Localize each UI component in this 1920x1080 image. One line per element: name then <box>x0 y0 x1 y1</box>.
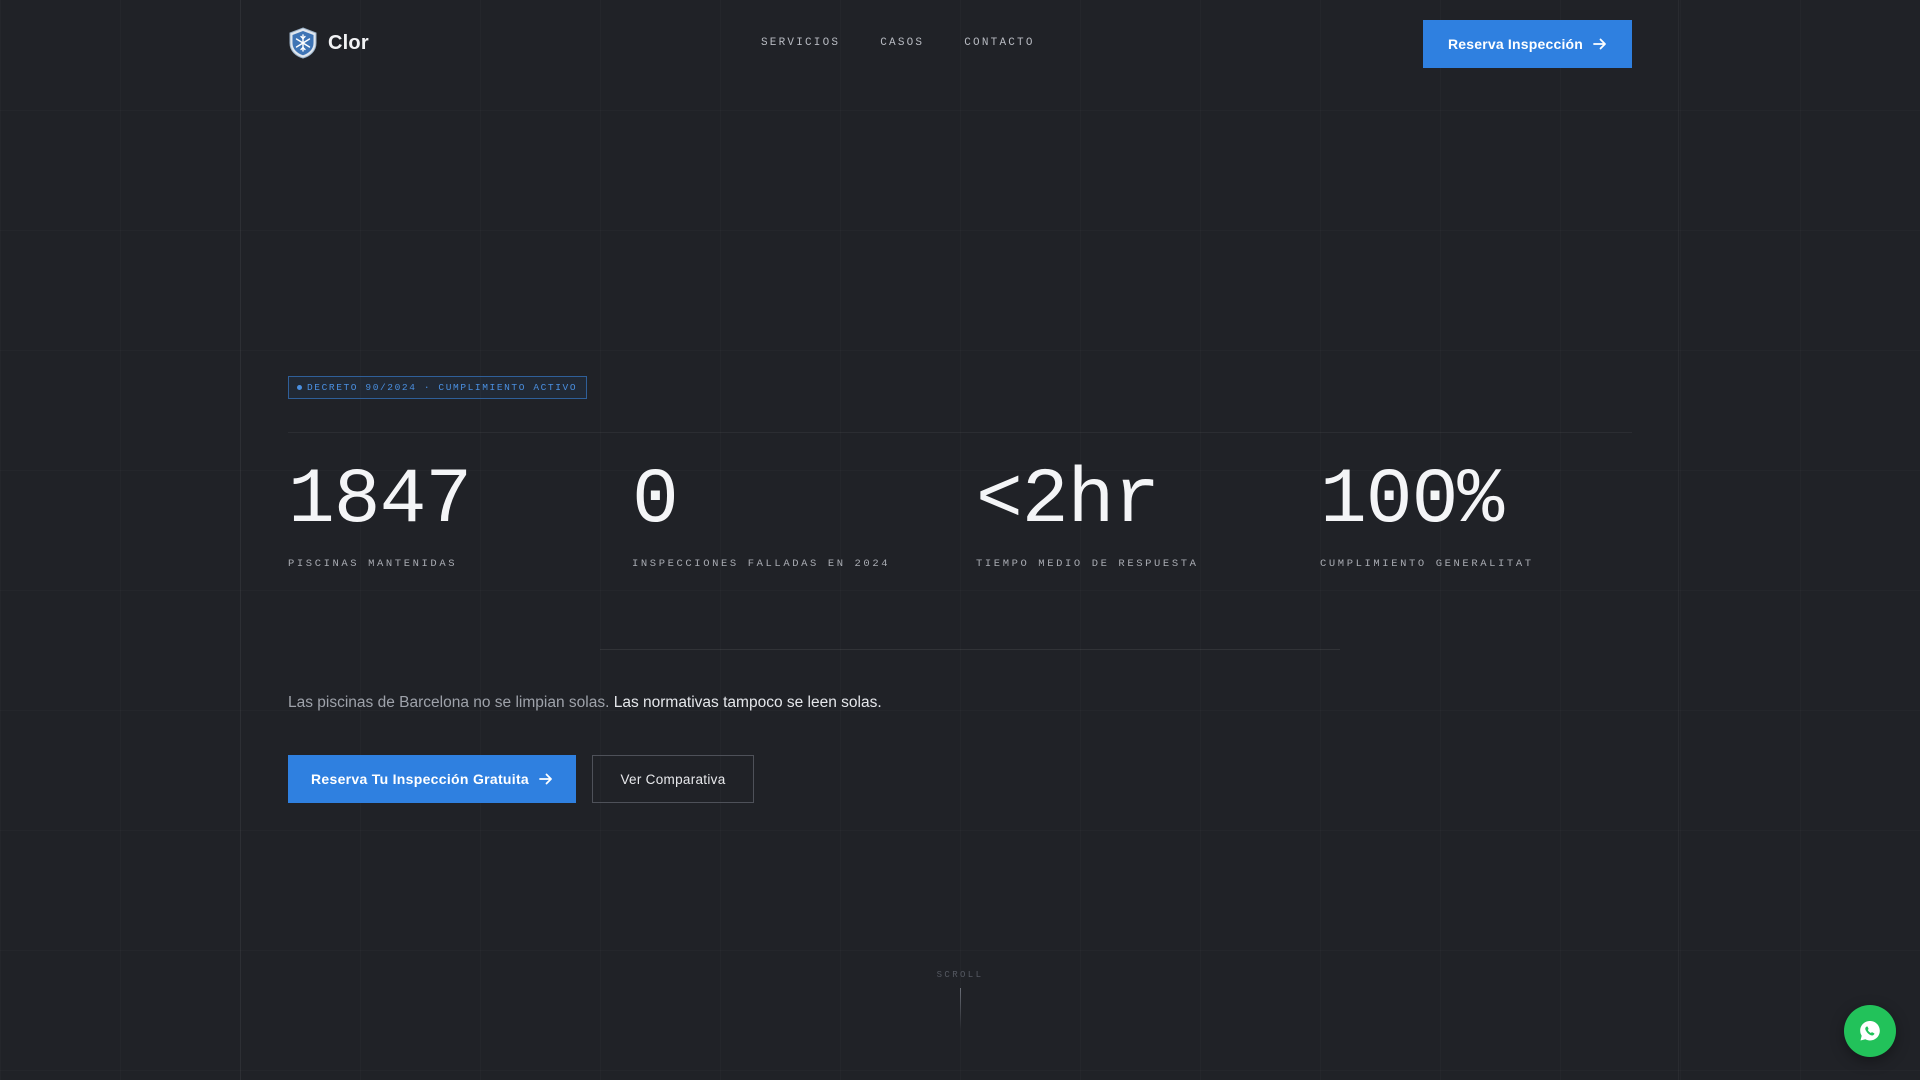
scroll-label: SCROLL <box>936 970 984 980</box>
stat-response-time: <2hr TIEMPO MEDIO DE RESPUESTA <box>976 455 1199 570</box>
nav-item-casos[interactable]: CASOS <box>880 37 924 49</box>
reserve-inspection-button[interactable]: Reserva Inspección <box>1423 20 1632 68</box>
free-inspection-label: Reserva Tu Inspección Gratuita <box>310 771 530 787</box>
stat-value: 1847 <box>288 457 472 545</box>
snowflake-shield-icon <box>289 27 317 59</box>
stat-value: 100% <box>1320 457 1504 545</box>
stat-value: 0 <box>632 457 679 545</box>
divider <box>600 649 1340 650</box>
arrow-right-icon <box>1593 38 1606 50</box>
scroll-indicator[interactable]: SCROLL <box>935 970 985 1030</box>
frame-line-left <box>240 0 241 1080</box>
stat-pools: 1847 PISCINAS MANTENIDAS <box>288 455 472 570</box>
tagline-muted: Las piscinas de Barcelona no se limpian … <box>288 694 610 711</box>
page: Clor SERVICIOS CASOS CONTACTO Reserva In… <box>0 0 1920 1080</box>
free-inspection-button[interactable]: Reserva Tu Inspección Gratuita <box>288 755 576 803</box>
stat-compliance: 100% CUMPLIMIENTO GENERALITAT <box>1320 455 1534 570</box>
status-dot-icon <box>297 385 302 390</box>
site-header: Clor SERVICIOS CASOS CONTACTO Reserva In… <box>0 0 1920 86</box>
scroll-line <box>959 988 961 1030</box>
stat-label: INSPECCIONES FALLADAS EN 2024 <box>632 558 891 570</box>
decree-badge: DECRETO 90/2024 · CUMPLIMIENTO ACTIVO <box>288 376 588 399</box>
reserve-inspection-label: Reserva Inspección <box>1447 36 1584 52</box>
main-nav: SERVICIOS CASOS CONTACTO <box>761 37 1035 49</box>
divider <box>288 432 1632 433</box>
nav-item-contacto[interactable]: CONTACTO <box>964 37 1034 49</box>
view-comparison-label: Ver Comparativa <box>620 771 726 787</box>
tagline-strong: Las normativas tampoco se leen solas. <box>613 694 882 711</box>
hero-tagline: Las piscinas de Barcelona no se limpian … <box>288 694 882 712</box>
stat-failed-inspections: 0 INSPECCIONES FALLADAS EN 2024 <box>632 455 890 570</box>
stat-label: PISCINAS MANTENIDAS <box>288 558 458 570</box>
stat-label: CUMPLIMIENTO GENERALITAT <box>1320 558 1534 570</box>
whatsapp-button[interactable] <box>1844 1005 1896 1057</box>
decree-badge-text: DECRETO 90/2024 · CUMPLIMIENTO ACTIVO <box>307 382 578 393</box>
stat-value: <2hr <box>976 457 1160 545</box>
whatsapp-icon <box>1860 1021 1880 1041</box>
nav-item-servicios[interactable]: SERVICIOS <box>761 37 840 49</box>
stat-label: TIEMPO MEDIO DE RESPUESTA <box>976 558 1199 570</box>
brand-name: Clor <box>328 31 369 54</box>
arrow-right-icon <box>539 773 552 785</box>
stats-row: 1847 PISCINAS MANTENIDAS 0 INSPECCIONES … <box>288 455 1688 575</box>
brand-logo[interactable]: Clor <box>288 27 369 59</box>
view-comparison-button[interactable]: Ver Comparativa <box>592 755 754 803</box>
